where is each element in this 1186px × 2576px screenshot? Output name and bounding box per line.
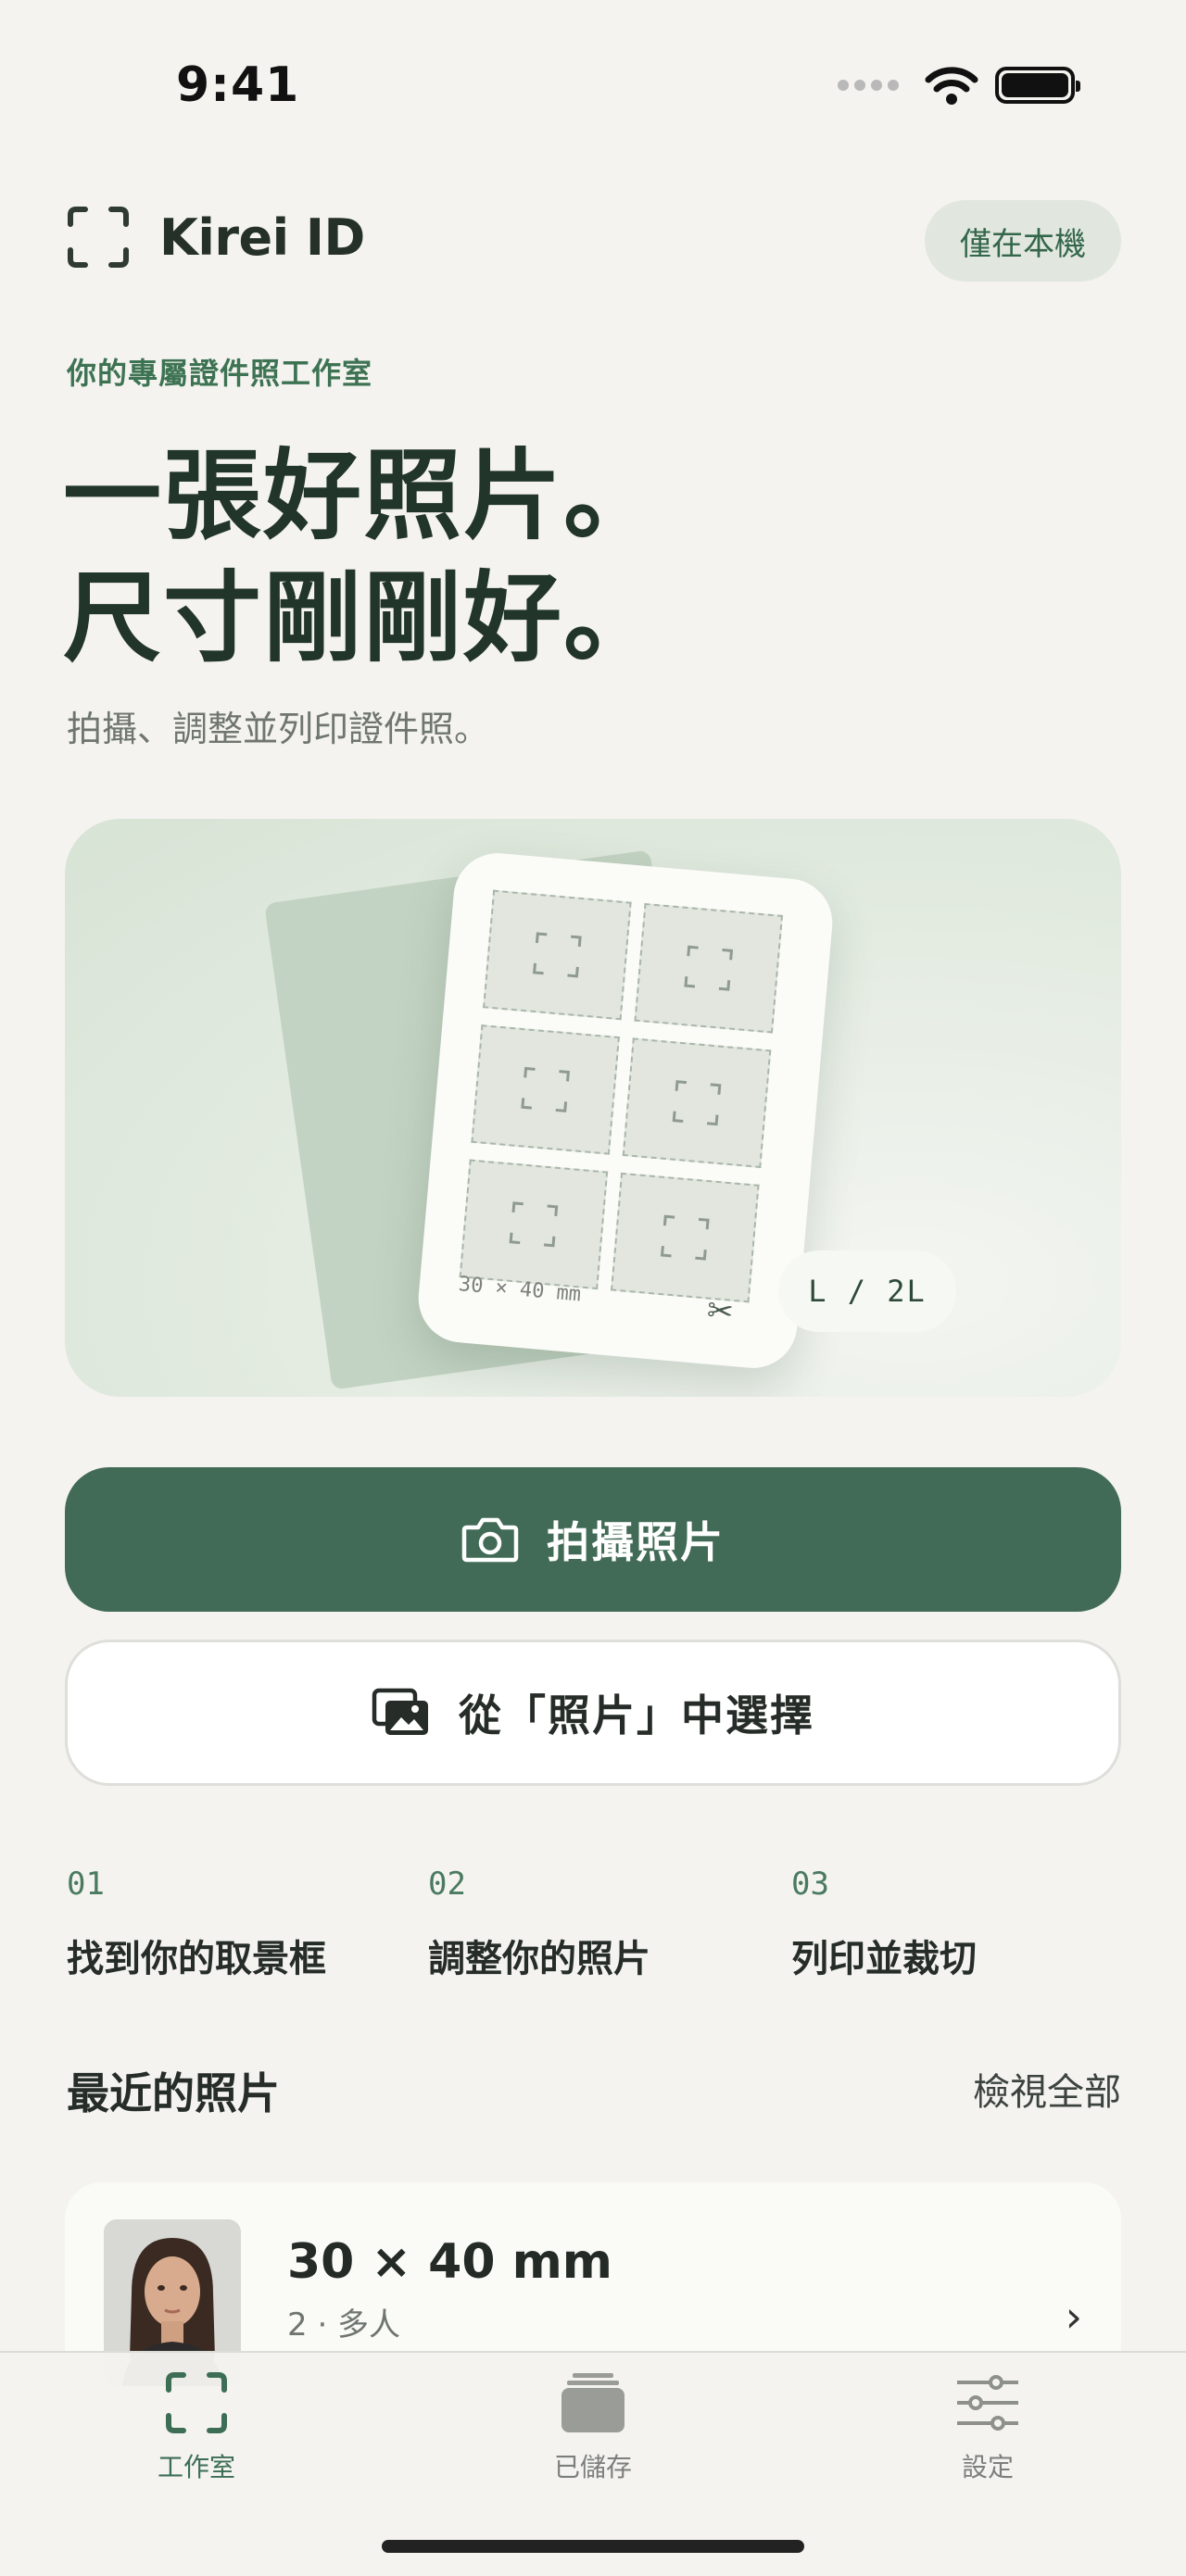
photo-slot: [459, 1159, 609, 1290]
tab-saved[interactable]: 已儲存: [500, 2371, 686, 2484]
tab-settings[interactable]: 設定: [895, 2371, 1080, 2484]
scissors-icon: ✂: [705, 1291, 736, 1331]
photo-slot: [634, 902, 784, 1034]
print-sheet-preview: 30 × 40 mm ✂: [414, 849, 837, 1372]
photo-slot: [483, 889, 632, 1021]
brand: Kirei ID: [67, 206, 365, 269]
photo-slot: [622, 1037, 772, 1168]
photo-slot: [611, 1172, 760, 1303]
sliders-icon: [957, 2375, 1018, 2431]
brand-name: Kirei ID: [159, 207, 365, 267]
tab-label: 已儲存: [553, 2452, 632, 2482]
status-icons: [838, 65, 1080, 106]
hero-subline: 拍攝、調整並列印證件照。: [67, 709, 490, 749]
headline-line-1: 一張好照片。: [63, 439, 663, 553]
recent-photos-title: 最近的照片: [67, 2068, 280, 2118]
hero-eyebrow: 你的專屬證件照工作室: [67, 356, 373, 391]
battery-icon: [995, 67, 1080, 104]
on-device-only-chip[interactable]: 僅在本機: [925, 200, 1121, 282]
step-number: 03: [791, 1866, 829, 1903]
stack-icon: [561, 2373, 625, 2432]
step-1: 01 找到你的取景框: [67, 1866, 419, 1982]
step-label: 列印並裁切: [791, 1938, 977, 1980]
status-time: 9:41: [176, 57, 300, 113]
step-number: 02: [428, 1866, 466, 1903]
hero-illustration: 30 × 40 mm ✂ L / 2L: [65, 819, 1121, 1397]
home-indicator: [382, 2540, 804, 2553]
photo-grid: [459, 889, 784, 1303]
photo-library-icon: [372, 1688, 428, 1735]
take-photo-label: 拍攝照片: [547, 1517, 725, 1567]
choose-from-photos-label: 從「照片」中選擇: [459, 1690, 814, 1740]
recent-photo-size: 30 × 40 mm: [287, 2234, 612, 2290]
wifi-icon: [925, 67, 978, 105]
cellular-signal-icon: [838, 80, 899, 91]
choose-from-photos-button[interactable]: 從「照片」中選擇: [65, 1640, 1121, 1786]
viewfinder-logo-icon: [68, 207, 129, 268]
tab-studio[interactable]: 工作室: [104, 2371, 289, 2484]
step-label: 找到你的取景框: [67, 1938, 326, 1980]
chevron-right-icon: ›: [1065, 2292, 1082, 2342]
recent-photo-meta: 2 · 多人: [287, 2306, 401, 2344]
viewfinder-icon: [166, 2372, 227, 2433]
photo-slot: [471, 1024, 620, 1155]
print-size-badge: L / 2L: [778, 1250, 956, 1332]
tab-label: 設定: [961, 2452, 1014, 2482]
camera-icon: [461, 1517, 519, 1563]
step-2: 02 調整你的照片: [428, 1866, 780, 1982]
step-3: 03 列印並裁切: [791, 1866, 1143, 1982]
take-photo-button[interactable]: 拍攝照片: [65, 1467, 1121, 1612]
step-number: 01: [67, 1866, 105, 1903]
tab-label: 工作室: [157, 2452, 235, 2482]
view-all-link[interactable]: 檢視全部: [973, 2062, 1121, 2116]
step-label: 調整你的照片: [428, 1938, 650, 1980]
headline-line-2: 尺寸剛剛好。: [63, 561, 663, 675]
hero-headline: 一張好照片。 尺寸剛剛好。: [63, 435, 663, 680]
